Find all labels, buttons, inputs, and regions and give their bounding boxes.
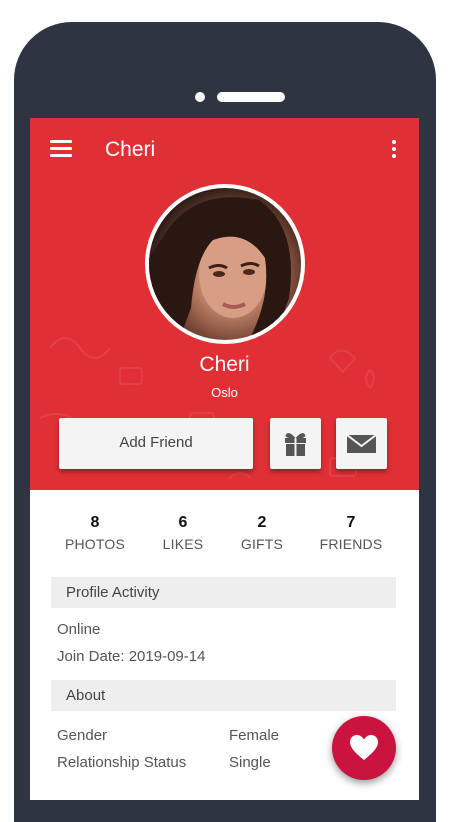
add-friend-button[interactable]: Add Friend [59, 418, 253, 469]
heart-icon [350, 735, 378, 760]
about-gender-label: Gender [57, 727, 108, 744]
add-friend-label: Add Friend [119, 434, 193, 451]
app-screen: Cheri Cheri Oslo Add Friend 8 PHOTOS 6 L… [30, 118, 419, 800]
more-vertical-icon[interactable] [388, 140, 400, 160]
front-camera [195, 92, 205, 102]
stat-photos[interactable]: 8 PHOTOS [45, 512, 145, 552]
avatar[interactable] [149, 188, 301, 340]
stat-friends-label: FRIENDS [319, 536, 383, 552]
stat-gifts-value: 2 [257, 514, 267, 531]
like-fab-button[interactable] [332, 716, 396, 780]
app-bar-title: Cheri [105, 138, 156, 161]
profile-stats: 8 PHOTOS 6 LIKES 2 GIFTS 7 FRIENDS [30, 512, 419, 562]
join-date: Join Date: 2019-09-14 [57, 648, 206, 665]
about-relationship-label: Relationship Status [57, 754, 187, 771]
avatar-photo [149, 197, 291, 340]
send-message-button[interactable] [336, 418, 387, 469]
stat-friends-value: 7 [346, 514, 356, 531]
profile-name: Cheri [199, 353, 250, 376]
profile-activity-heading: Profile Activity [51, 577, 396, 608]
stat-gifts-label: GIFTS [240, 536, 284, 552]
hamburger-menu-icon[interactable] [50, 140, 72, 158]
about-heading-text: About [66, 687, 106, 704]
profile-activity-heading-text: Profile Activity [66, 584, 160, 601]
avatar-frame [145, 184, 305, 344]
profile-location: Oslo [211, 385, 238, 400]
stat-photos-label: PHOTOS [64, 536, 126, 552]
about-heading: About [51, 680, 396, 711]
about-relationship-value: Single [229, 754, 271, 771]
envelope-icon [346, 434, 377, 453]
speaker-grille [217, 92, 285, 102]
stat-photos-value: 8 [90, 514, 100, 531]
stat-gifts[interactable]: 2 GIFTS [212, 512, 312, 552]
profile-header: Cheri Cheri Oslo Add Friend [30, 118, 419, 490]
about-gender-value: Female [229, 727, 280, 744]
stat-friends[interactable]: 7 FRIENDS [301, 512, 401, 552]
gift-icon [285, 432, 306, 456]
online-status: Online [57, 621, 101, 638]
send-gift-button[interactable] [270, 418, 321, 469]
